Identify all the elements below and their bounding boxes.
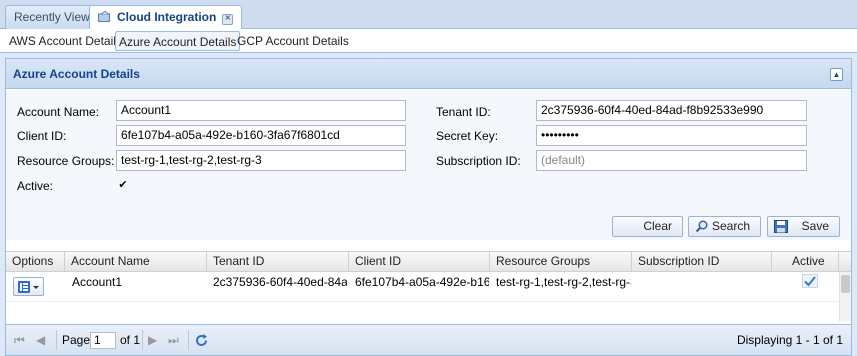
previous-page-icon[interactable]: ◀ xyxy=(36,333,45,347)
grid-vertical-scrollbar[interactable] xyxy=(839,272,851,321)
resource-groups-label: Resource Groups: xyxy=(17,154,115,168)
resource-groups-input[interactable]: test-rg-1,test-rg-2,test-rg-3 xyxy=(116,150,406,171)
first-page-icon[interactable]: ⏮ xyxy=(14,333,25,348)
subscription-id-label: Subscription ID: xyxy=(436,154,521,168)
panel-header: Azure Account Details ▲ xyxy=(6,59,851,89)
paging-status: Displaying 1 - 1 of 1 xyxy=(736,333,843,347)
clear-button-label: Clear xyxy=(643,219,672,233)
page-count-label: of 1 xyxy=(120,333,141,347)
save-button[interactable]: Save xyxy=(767,216,840,237)
cell-account-name: Account1 xyxy=(72,275,123,289)
separator xyxy=(188,330,189,350)
tab-recently-view-label: Recently View xyxy=(14,10,90,24)
secret-key-label: Secret Key: xyxy=(436,129,499,143)
column-header-active[interactable]: Active xyxy=(772,252,839,271)
account-name-label: Account Name: xyxy=(17,105,100,119)
page-label: Page xyxy=(62,333,91,347)
next-page-icon[interactable]: ▶ xyxy=(148,333,157,347)
tab-gcp-account-details[interactable]: GCP Account Details xyxy=(234,31,352,51)
tab-azure-account-details[interactable]: Azure Account Details xyxy=(115,31,241,51)
cell-client-id: 6fe107b4-a05a-492e-b16... xyxy=(355,275,489,289)
azure-account-panel: Azure Account Details ▲ Account Name: Ac… xyxy=(5,58,852,356)
separator xyxy=(142,330,143,350)
tab-aws-account-details[interactable]: AWS Account Details xyxy=(6,31,125,51)
column-header-tenant-id[interactable]: Tenant ID xyxy=(207,252,349,271)
tab-cloud-integration[interactable]: Cloud Integration ✕ xyxy=(89,5,243,30)
checkmark-icon xyxy=(802,274,818,288)
save-button-label: Save xyxy=(801,219,829,233)
separator xyxy=(56,330,57,350)
column-header-resource-groups[interactable]: Resource Groups xyxy=(490,252,632,271)
grid-header: Options Account Name Tenant ID Client ID… xyxy=(6,251,851,272)
cell-subscription-id xyxy=(632,272,771,300)
accounts-grid: Options Account Name Tenant ID Client ID… xyxy=(6,251,851,321)
account-name-input[interactable]: Account1 xyxy=(116,100,406,121)
row-options-button[interactable] xyxy=(13,277,44,296)
subscription-id-input[interactable]: (default) xyxy=(536,150,807,171)
scrollbar-thumb[interactable] xyxy=(841,275,850,293)
client-id-input[interactable]: 6fe107b4-a05a-492e-b160-3fa67f6801cd xyxy=(116,125,406,146)
tenant-id-input[interactable]: 2c375936-60f4-40ed-84ad-f8b92533e990 xyxy=(536,100,807,121)
save-icon xyxy=(774,220,788,233)
clear-button[interactable]: Clear xyxy=(612,216,683,237)
page-number-input[interactable]: 1 xyxy=(90,332,116,349)
paging-toolbar: ⏮ ◀ Page 1 of 1 ▶ ⏭ Displaying 1 - 1 of … xyxy=(6,324,851,355)
panel-title: Azure Account Details xyxy=(13,67,140,81)
secret-key-input[interactable]: ••••••••• xyxy=(536,125,807,146)
client-id-label: Client ID: xyxy=(17,129,67,143)
cell-active xyxy=(796,274,826,302)
active-checkbox[interactable]: ✔ xyxy=(117,179,129,191)
refresh-icon[interactable] xyxy=(194,333,209,348)
search-button[interactable]: Search xyxy=(688,216,761,237)
cloud-icon xyxy=(98,11,110,22)
main-tab-bar: Recently View Cloud Integration ✕ xyxy=(0,0,857,30)
tab-recently-view[interactable]: Recently View xyxy=(5,5,99,29)
search-button-label: Search xyxy=(711,219,750,233)
tab-cloud-integration-label: Cloud Integration xyxy=(117,10,217,24)
cell-tenant-id: 2c375936-60f4-40ed-84a... xyxy=(213,275,347,289)
last-page-icon[interactable]: ⏭ xyxy=(168,333,179,348)
options-menu-icon xyxy=(18,281,39,293)
cell-resource-groups: test-rg-1,test-rg-2,test-rg-3 xyxy=(496,275,631,289)
column-header-client-id[interactable]: Client ID xyxy=(349,252,490,271)
table-row[interactable]: Account1 2c375936-60f4-40ed-84a... 6fe10… xyxy=(6,272,839,302)
tenant-id-label: Tenant ID: xyxy=(436,105,491,119)
collapse-up-icon[interactable]: ▲ xyxy=(830,68,843,81)
close-icon[interactable]: ✕ xyxy=(222,14,234,25)
active-label: Active: xyxy=(17,179,54,193)
column-header-account-name[interactable]: Account Name xyxy=(65,252,207,271)
search-icon xyxy=(695,220,708,233)
column-header-options[interactable]: Options xyxy=(6,252,65,271)
account-type-tabs: AWS Account Details Azure Account Detail… xyxy=(0,29,857,53)
column-header-subscription-id[interactable]: Subscription ID xyxy=(632,252,772,271)
